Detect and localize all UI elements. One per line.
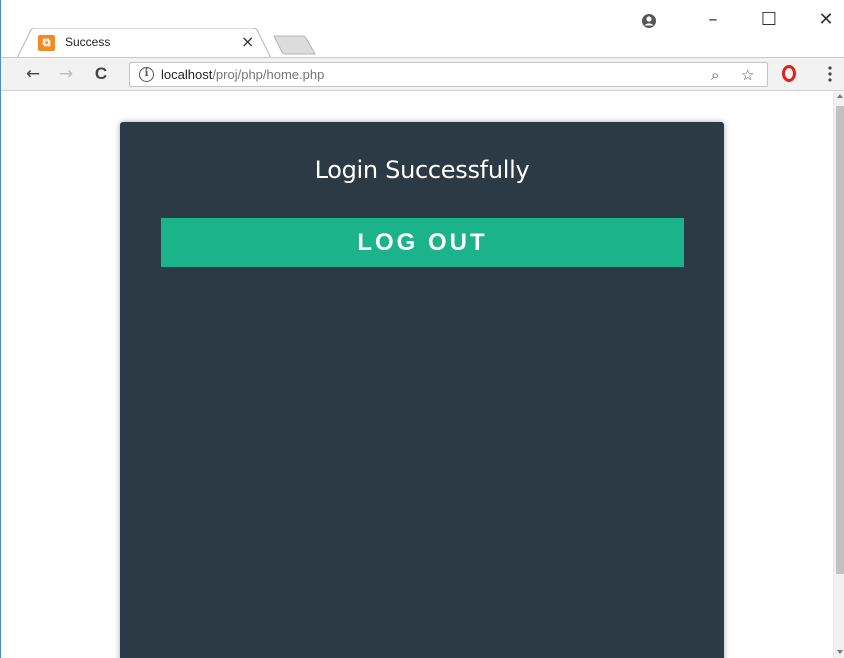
logout-button[interactable]: LOG OUT (161, 218, 684, 267)
profile-icon[interactable] (641, 13, 657, 29)
browser-toolbar: ← → C i localhost/proj/php/home.php ⌕ ☆ (1, 57, 844, 91)
info-icon[interactable]: i (139, 67, 154, 82)
url-text[interactable]: localhost/proj/php/home.php (161, 67, 324, 82)
title-bar: ⧉ Success × – ☐ ✕ (1, 0, 844, 58)
reload-button[interactable]: C (91, 64, 111, 84)
tab-shape (17, 28, 272, 58)
browser-window: ⧉ Success × – ☐ ✕ ← → C i localhost/proj… (0, 0, 844, 658)
scrollbar-thumb[interactable] (836, 106, 844, 574)
tab-title[interactable]: Success (65, 35, 110, 49)
new-tab-button[interactable] (273, 35, 317, 55)
tab-close-icon[interactable]: × (241, 33, 254, 51)
zoom-icon[interactable]: ⌕ (711, 66, 719, 84)
opera-icon[interactable] (782, 65, 796, 82)
vertical-scrollbar[interactable] (833, 92, 844, 658)
close-window-button[interactable]: ✕ (811, 10, 841, 30)
back-button[interactable]: ← (23, 64, 43, 84)
address-bar[interactable]: i localhost/proj/php/home.php ⌕ ☆ (129, 62, 768, 87)
maximize-button[interactable]: ☐ (754, 10, 784, 30)
page-viewport: Login Successfully LOG OUT (1, 92, 833, 658)
scroll-down-arrow-icon[interactable] (837, 650, 843, 654)
url-path: /proj/php/home.php (212, 67, 325, 82)
forward-button[interactable]: → (56, 64, 76, 84)
login-card: Login Successfully LOG OUT (120, 122, 724, 658)
page-title: Login Successfully (314, 156, 530, 184)
tab-favicon-icon: ⧉ (38, 35, 55, 51)
minimize-button[interactable]: – (698, 10, 728, 30)
scroll-up-arrow-icon[interactable] (837, 94, 843, 98)
bookmark-star-icon[interactable]: ☆ (741, 66, 754, 84)
menu-dots-icon[interactable] (827, 65, 833, 83)
url-host: localhost (161, 67, 213, 82)
